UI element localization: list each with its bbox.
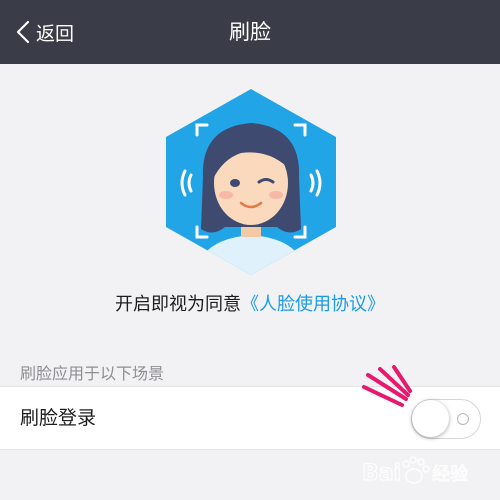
burst-lines-icon: [362, 365, 412, 407]
navigation-bar: 返回 刷脸: [0, 0, 500, 64]
face-login-toggle[interactable]: [411, 399, 481, 439]
svg-text:Bai: Bai: [362, 461, 401, 486]
face-usage-agreement-link[interactable]: 《人脸使用协议》: [241, 294, 385, 315]
toggle-off-indicator-icon: [457, 413, 469, 425]
svg-text:经验: 经验: [432, 464, 468, 485]
setting-label: 刷脸登录: [20, 407, 97, 429]
agreement-text: 开启即视为同意《人脸使用协议》: [0, 290, 500, 316]
baidu-paw-icon: [402, 456, 430, 484]
agreement-prefix: 开启即视为同意: [115, 294, 241, 315]
page-title: 刷脸: [229, 20, 271, 44]
baidu-watermark: Bai 经验: [361, 456, 469, 487]
setting-row-face-login: 刷脸登录: [0, 386, 500, 450]
section-label: 刷脸应用于以下场景: [20, 364, 165, 383]
face-scan-avatar-icon: [166, 89, 336, 275]
toggle-knob: [412, 400, 449, 437]
